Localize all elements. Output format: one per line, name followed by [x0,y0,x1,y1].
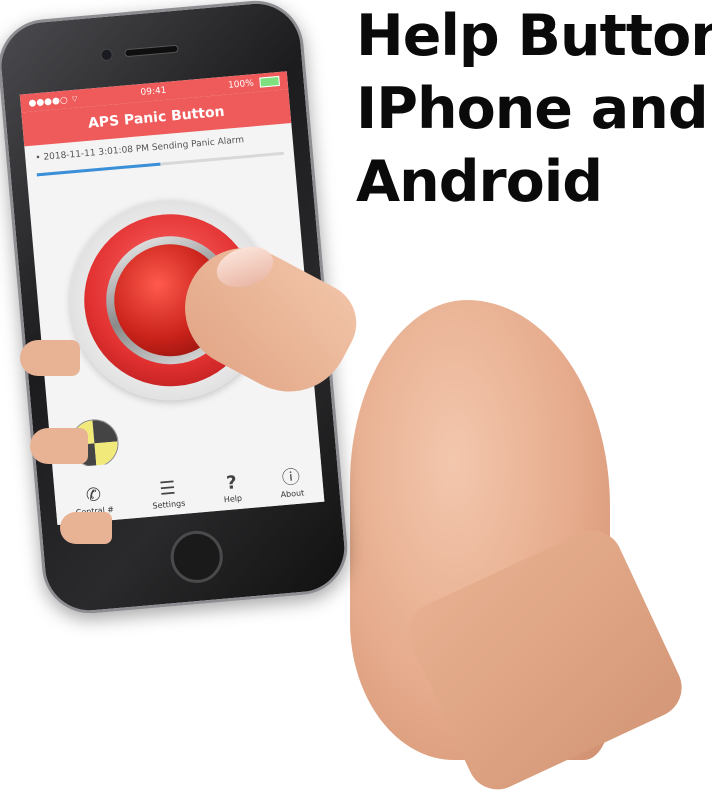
status-time: 09:41 [140,85,167,99]
question-icon: ? [225,472,238,495]
finger-2 [30,428,88,464]
tab-about[interactable]: ⓘ About [278,466,305,500]
finger-1 [20,340,80,376]
tab-settings-label: Settings [152,498,186,511]
earpiece-speaker [124,44,179,58]
headline-line-1: Help Button [356,3,712,69]
sliders-icon: ☰ [158,477,177,500]
signal-icon: ●●●●○ ⌔ [28,93,80,109]
tab-settings[interactable]: ☰ Settings [150,477,185,511]
home-button[interactable] [168,528,225,586]
headline-line-3: Android [356,149,603,215]
tab-help[interactable]: ? Help [222,472,243,505]
battery-icon [259,75,280,88]
headline: Help Button IPhone and Android [356,0,712,219]
phone-icon: ✆ [85,484,102,507]
battery-percent: 100% [227,78,255,91]
battery-indicator: 100% [227,75,280,91]
headline-line-2: IPhone and [356,76,709,142]
info-icon: ⓘ [281,466,301,490]
tab-about-label: About [280,488,305,500]
finger-3 [60,512,112,544]
front-camera [100,48,114,62]
tab-help-label: Help [223,493,243,505]
